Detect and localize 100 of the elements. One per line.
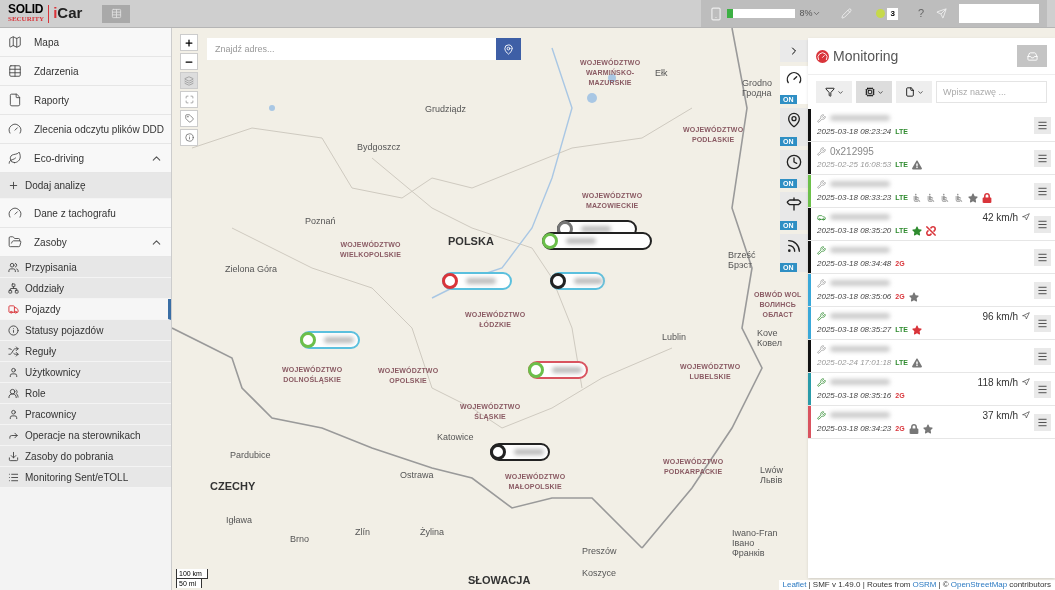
signpost-icon xyxy=(786,196,802,212)
menu-item[interactable]: Zdarzenia xyxy=(0,57,171,86)
truck-icon xyxy=(8,303,19,315)
timestamp: 2025-03-18 08:34:23 xyxy=(817,423,892,435)
osrm-link[interactable]: OSRM xyxy=(912,580,937,590)
heading-icon xyxy=(1022,213,1030,221)
blurred-name xyxy=(552,367,582,373)
locate-button[interactable] xyxy=(496,38,521,60)
tray-icon xyxy=(1026,50,1038,62)
top-search-field[interactable] xyxy=(959,4,1039,23)
row-menu-button[interactable] xyxy=(1034,380,1051,398)
timestamp: 2025-03-18 08:35:16 xyxy=(817,390,892,402)
info-icon xyxy=(184,133,194,142)
info-button[interactable] xyxy=(180,129,198,146)
row-menu-button[interactable] xyxy=(1034,314,1051,332)
name-search-field[interactable]: Wpisz nazwę ... xyxy=(936,81,1047,103)
vehicle-marker[interactable] xyxy=(528,361,588,379)
timestamp: 2025-03-18 08:34:48 xyxy=(817,258,892,270)
submenu-item[interactable]: Użytkownicy xyxy=(0,362,171,383)
document-icon xyxy=(8,93,22,107)
map-label: Bydgoszcz xyxy=(357,142,401,152)
users-icon xyxy=(8,261,19,273)
blurred-name xyxy=(581,226,611,232)
list-icon xyxy=(8,471,19,483)
map-label: Poznań xyxy=(305,216,336,226)
row-menu-button[interactable] xyxy=(1034,116,1051,134)
menu-icon xyxy=(1037,152,1048,164)
submenu-item[interactable]: Role xyxy=(0,383,171,404)
submenu-item[interactable]: Monitoring Sent/eTOLL xyxy=(0,467,171,488)
map-label: Lublin xyxy=(662,332,687,342)
zoom-out-button[interactable] xyxy=(180,53,198,70)
vehicle-marker[interactable] xyxy=(300,331,360,349)
leaf-icon xyxy=(8,151,22,165)
tag-button[interactable] xyxy=(180,110,198,127)
user-icon xyxy=(8,366,19,378)
submenu-item[interactable]: Dodaj analizę xyxy=(0,173,171,199)
menu-item[interactable]: Zlecenia odczytu plików DDD xyxy=(0,115,171,144)
timestamp: 2025-02-24 17:01:18 xyxy=(817,357,892,369)
blurred-name xyxy=(324,337,354,343)
vehicle-marker[interactable] xyxy=(442,272,512,290)
map-label: Lwów Львів xyxy=(760,465,783,485)
menu-item[interactable]: Eco-driving xyxy=(0,144,171,173)
map-label: Pardubice xyxy=(230,450,271,460)
menu-item[interactable]: Mapa xyxy=(0,28,171,57)
submenu-item[interactable]: Zasoby do pobrania xyxy=(0,446,171,467)
blurred-name xyxy=(830,280,890,286)
seat-icon xyxy=(912,193,922,203)
menu-item[interactable]: Raporty xyxy=(0,86,171,115)
submenu-item[interactable]: Przypisania xyxy=(0,257,171,278)
address-search-field[interactable]: Znajdź adres... xyxy=(207,38,496,60)
map-label: Żylina xyxy=(420,527,444,537)
submenu-item[interactable]: Operacje na sterownikach xyxy=(0,425,171,446)
gauge-icon xyxy=(786,70,802,86)
blurred-name xyxy=(830,313,890,319)
notification-count[interactable]: 3 xyxy=(887,7,898,20)
menu-icon xyxy=(1037,284,1048,296)
map-label: Grodno Гродна xyxy=(742,78,773,98)
menu-icon xyxy=(1037,317,1048,329)
row-menu-button[interactable] xyxy=(1034,248,1051,266)
vehicle-marker[interactable] xyxy=(490,443,550,461)
vehicle-marker[interactable] xyxy=(550,272,605,290)
submenu-item[interactable]: Oddziały xyxy=(0,278,171,299)
submenu-item[interactable]: Pracownicy xyxy=(0,404,171,425)
zoom-in-button[interactable] xyxy=(180,34,198,51)
menu-item[interactable]: Dane z tachografu xyxy=(0,199,171,228)
attribution-text: contributors xyxy=(1009,580,1051,590)
timestamp: 2025-03-18 08:35:06 xyxy=(817,291,892,303)
blurred-name xyxy=(830,412,890,418)
map-label: Zielona Góra xyxy=(225,264,278,274)
gauge-icon xyxy=(8,122,22,136)
network-icon xyxy=(8,282,19,294)
row-menu-button[interactable] xyxy=(1034,281,1051,299)
map-label: Ostrawa xyxy=(400,470,434,480)
gauge-icon xyxy=(8,206,22,220)
rss-icon xyxy=(786,238,802,254)
folder-icon xyxy=(8,235,22,249)
menu-item[interactable]: Zasoby xyxy=(0,228,171,257)
seat-icon xyxy=(954,193,964,203)
row-menu-button[interactable] xyxy=(1034,215,1051,233)
filter-dropdown[interactable] xyxy=(816,81,852,103)
row-menu-button[interactable] xyxy=(1034,413,1051,431)
leaflet-link[interactable]: Leaflet xyxy=(782,580,807,590)
chip-icon xyxy=(864,87,875,97)
user-icon xyxy=(8,408,19,420)
device-dropdown[interactable] xyxy=(856,81,892,103)
blurred-name xyxy=(830,181,890,187)
plus-icon xyxy=(184,37,194,48)
submenu-item[interactable]: Statusy pojazdów xyxy=(0,320,171,341)
submenu-item[interactable]: Reguły xyxy=(0,341,171,362)
row-menu-button[interactable] xyxy=(1034,149,1051,167)
caret-icon[interactable] xyxy=(812,9,822,18)
vehicle-marker[interactable] xyxy=(542,232,652,250)
row-menu-button[interactable] xyxy=(1034,347,1051,365)
blurred-name xyxy=(830,247,890,253)
document-dropdown[interactable] xyxy=(896,81,932,103)
shuffle-icon xyxy=(8,345,19,357)
row-menu-button[interactable] xyxy=(1034,182,1051,200)
blurred-name xyxy=(830,115,890,121)
info-icon xyxy=(8,324,19,336)
openstreetmap-link[interactable]: OpenStreetMap xyxy=(950,580,1008,590)
